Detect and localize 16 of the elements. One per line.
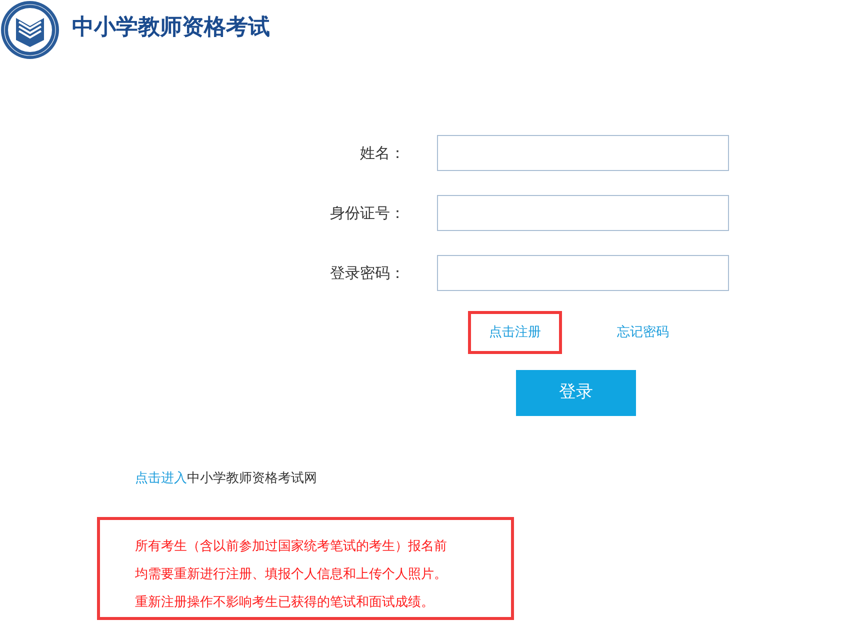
input-field[interactable] bbox=[437, 255, 729, 291]
forgot-password-link[interactable]: 忘记密码 bbox=[614, 311, 672, 354]
site-entry-text: 点击进入中小学教师资格考试网 bbox=[135, 471, 317, 487]
notice-text: 均需要重新进行注册、填报个人信息和上传个人照片。 bbox=[135, 566, 447, 584]
field-label: 姓名： bbox=[359, 143, 405, 163]
input-field[interactable] bbox=[437, 195, 729, 231]
field-label: 登录密码： bbox=[329, 263, 405, 283]
register-link[interactable]: 点击注册 bbox=[468, 311, 562, 354]
notice-text: 重新注册操作不影响考生已获得的笔试和面试成绩。 bbox=[135, 594, 434, 612]
input-field[interactable] bbox=[437, 135, 729, 171]
enter-site-link[interactable]: 点击进入 bbox=[135, 471, 187, 486]
site-title: 中小学教师资格考试 bbox=[72, 14, 270, 42]
logo-icon bbox=[0, 0, 60, 60]
notice-text: 所有考生（含以前参加过国家统考笔试的考生）报名前 bbox=[135, 538, 447, 556]
login-button[interactable]: 登录 bbox=[516, 370, 636, 416]
field-label: 身份证号： bbox=[329, 203, 405, 223]
